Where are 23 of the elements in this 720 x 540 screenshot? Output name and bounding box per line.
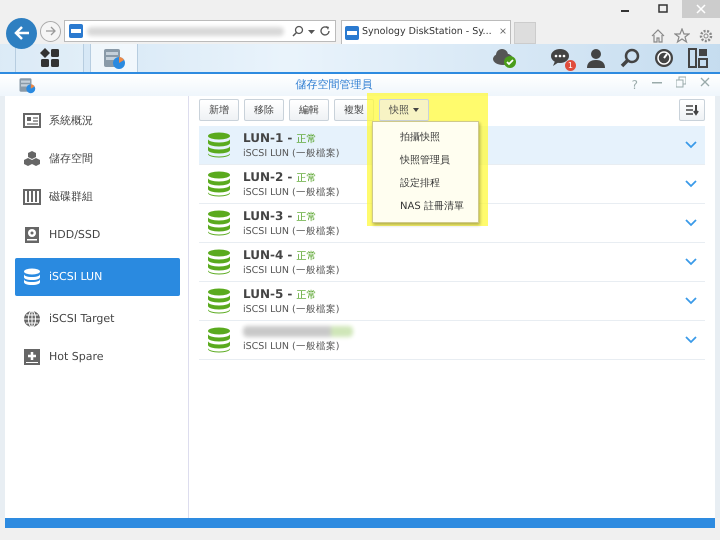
lun-type: iSCSI LUN (一般檔案) bbox=[243, 225, 340, 240]
lun-type: iSCSI LUN (一般檔案) bbox=[243, 186, 340, 200]
lun-name: LUN-2 bbox=[243, 170, 284, 184]
lun-type: iSCSI LUN (一般檔案) bbox=[243, 264, 340, 278]
lun-name: LUN-3 bbox=[243, 208, 284, 223]
lun-name: LUN-4 bbox=[243, 248, 284, 262]
lun-status: 正常 bbox=[296, 134, 316, 145]
name-separator: - bbox=[287, 170, 292, 184]
lun-status: 正常 bbox=[296, 290, 316, 301]
notification-count: 1 bbox=[564, 60, 576, 71]
lun-status: 正常 bbox=[296, 172, 316, 184]
name-separator: - bbox=[287, 248, 292, 262]
lun-type: iSCSI LUN (一般檔案) bbox=[243, 303, 340, 318]
name-separator: - bbox=[287, 208, 292, 223]
lun-status: 正常 bbox=[296, 250, 316, 262]
lun-type: iSCSI LUN (一般檔案) bbox=[243, 147, 340, 162]
lun-name: LUN-5 bbox=[243, 286, 284, 301]
lun-name: LUN-1 bbox=[243, 130, 284, 145]
window-title: 儲存空間管理員 bbox=[294, 76, 374, 93]
lun-status: 正常 bbox=[296, 212, 316, 223]
lun-type: iSCSI LUN (一般檔案) bbox=[243, 340, 340, 354]
name-separator: - bbox=[287, 130, 292, 145]
name-separator: - bbox=[287, 286, 292, 301]
